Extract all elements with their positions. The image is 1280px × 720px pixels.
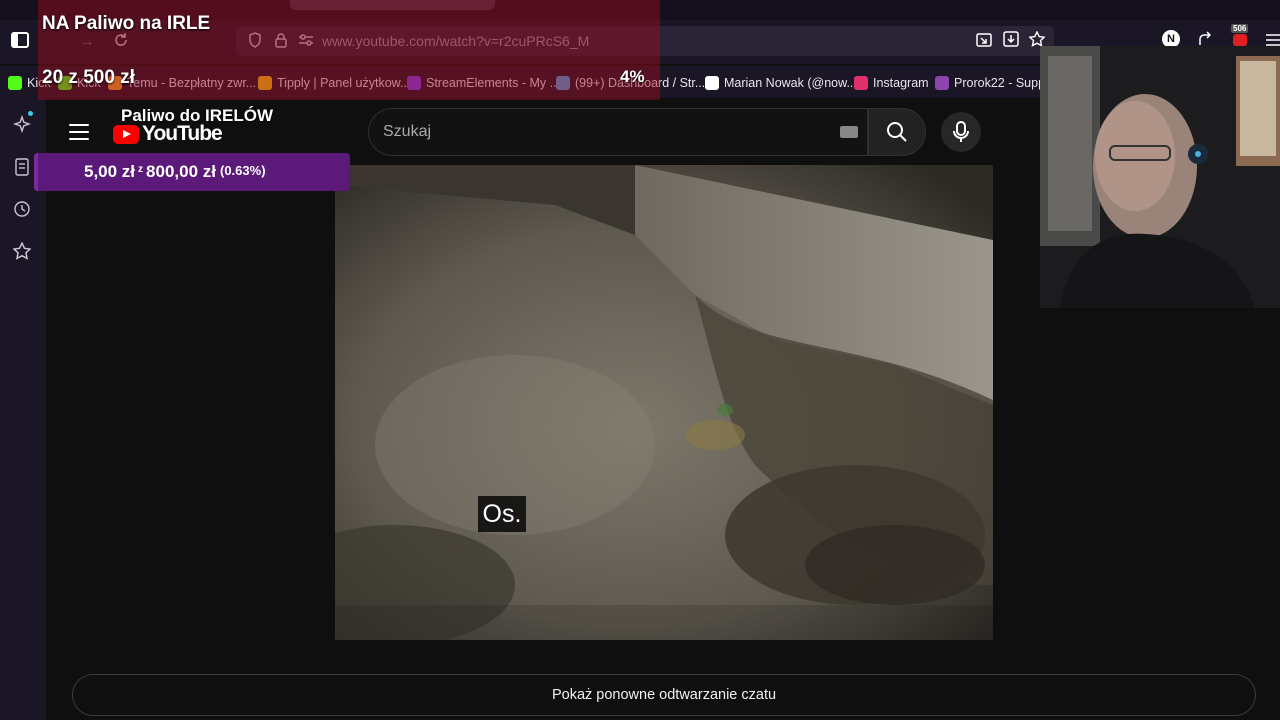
bookmark-label: Prorok22 - Suppi: [954, 76, 1048, 90]
show-chat-replay-button[interactable]: Pokaż ponowne odtwarzanie czatu: [72, 674, 1256, 716]
x-icon: [705, 76, 719, 90]
goal-title: Paliwo do IRELÓW: [121, 106, 274, 125]
sparkle-icon[interactable]: [12, 111, 33, 134]
video-caption: Os.: [478, 496, 526, 532]
hamburger-menu-icon[interactable]: [69, 120, 89, 144]
goal-current: 5,00 zł: [84, 162, 136, 181]
kick-icon: [8, 76, 22, 90]
picture-in-picture-icon[interactable]: [975, 31, 993, 49]
reader-icon[interactable]: [12, 157, 32, 177]
bookmark-item[interactable]: Instagram: [854, 74, 929, 92]
goal-target: 800,00 zł: [146, 162, 216, 181]
extension-icon[interactable]: 506: [1231, 24, 1251, 46]
webcam-image: [1040, 46, 1280, 308]
bookmark-label: Marian Nowak (@now...: [724, 76, 857, 90]
instagram-icon: [854, 76, 868, 90]
sidebar-toggle-icon[interactable]: [10, 30, 30, 50]
goal-of: z: [138, 164, 144, 175]
bookmark-item[interactable]: Prorok22 - Suppi: [935, 74, 1048, 92]
goal-progress-fill: [34, 153, 38, 191]
screen: → www.youtube.com/watch?v=r2cuPRcS6_M N …: [0, 0, 1280, 720]
search-icon: [887, 122, 907, 142]
voice-search-button[interactable]: [941, 112, 981, 152]
search-placeholder: Szukaj: [383, 123, 432, 140]
overlay-amount: 20 z 500 zł: [42, 67, 135, 88]
youtube-play-icon: [113, 124, 139, 144]
history-icon[interactable]: [12, 199, 32, 219]
goal-percent: (0.63%): [220, 163, 266, 178]
search-input[interactable]: [368, 108, 868, 156]
video-player[interactable]: [335, 165, 993, 640]
goal-text: 5,00 zł z 800,00 zł (0.63%): [84, 162, 266, 182]
overlay-title: NA Paliwo na IRLE: [42, 13, 211, 34]
microphone-icon: [953, 121, 969, 142]
favorites-star-icon[interactable]: [12, 241, 32, 261]
browser-sidebar: [0, 98, 46, 720]
keyboard-icon[interactable]: [840, 126, 858, 138]
overlay-percent: 4%: [620, 67, 645, 86]
suppi-icon: [935, 76, 949, 90]
search-button[interactable]: [868, 108, 926, 156]
webcam-feed: [1040, 46, 1280, 308]
video-frame: [335, 165, 993, 640]
download-icon[interactable]: [1002, 30, 1020, 48]
bookmark-label: Instagram: [873, 76, 929, 90]
bookmark-item[interactable]: Marian Nowak (@now...: [705, 74, 857, 92]
extension-badge: 506: [1231, 24, 1249, 33]
